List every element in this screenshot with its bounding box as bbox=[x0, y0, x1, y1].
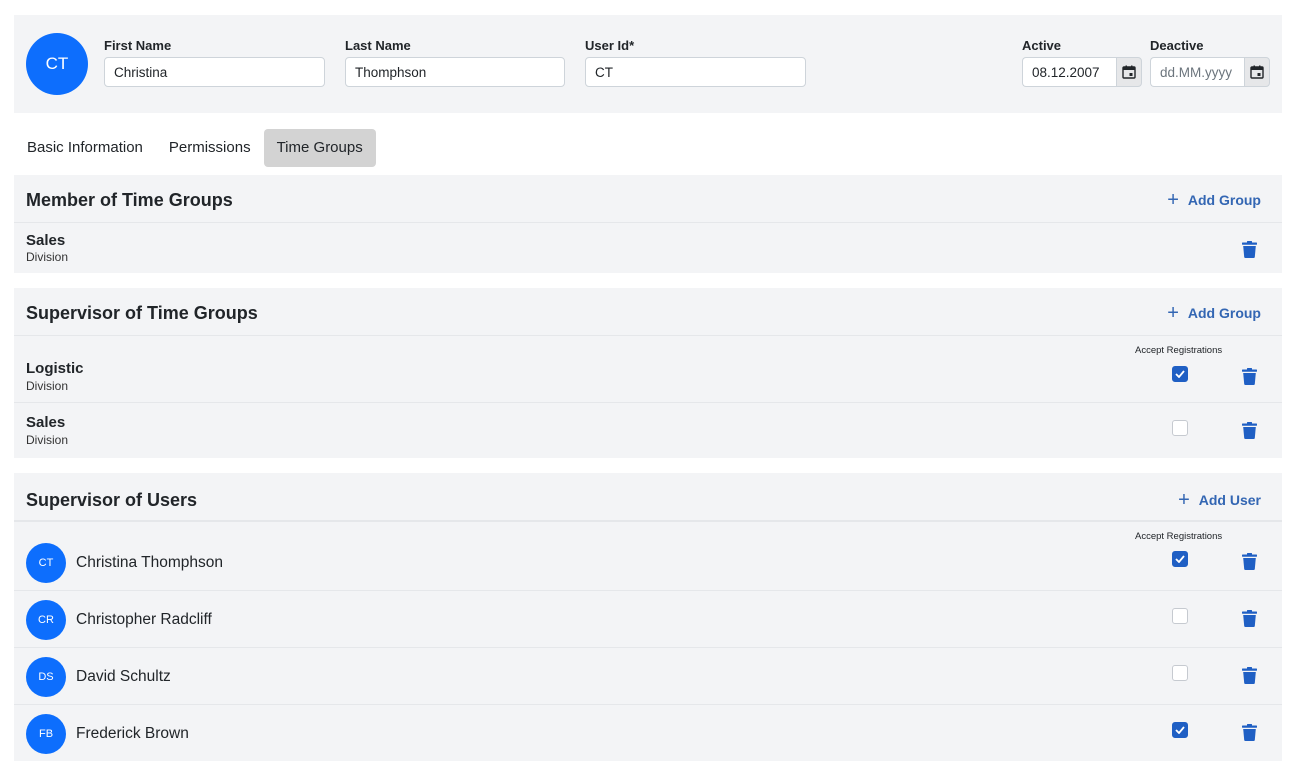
deactive-date-label: Deactive bbox=[1150, 38, 1204, 53]
accept-registrations-checkbox[interactable] bbox=[1172, 420, 1188, 436]
calendar-icon bbox=[1250, 65, 1264, 79]
tab-basic-information[interactable]: Basic Information bbox=[14, 129, 156, 167]
accept-registrations-label: Accept Registrations bbox=[1135, 345, 1223, 356]
user-id-field[interactable] bbox=[585, 57, 806, 87]
group-type: Division bbox=[26, 250, 69, 264]
trash-icon[interactable] bbox=[1242, 553, 1257, 570]
user-row: Accept Registrations CT Christina Thomph… bbox=[14, 521, 1282, 591]
check-icon bbox=[1175, 726, 1185, 734]
avatar: CT bbox=[26, 33, 88, 95]
tab-permissions[interactable]: Permissions bbox=[156, 129, 264, 167]
group-row: Sales Division bbox=[14, 223, 1282, 273]
user-id-label: User Id* bbox=[585, 38, 635, 53]
user-row: DS David Schultz bbox=[14, 648, 1282, 705]
plus-icon: + bbox=[1167, 302, 1179, 324]
active-calendar-button[interactable] bbox=[1116, 57, 1142, 87]
card-title: Supervisor of Time Groups bbox=[26, 303, 258, 323]
active-date-group: Active bbox=[1022, 38, 1142, 87]
accept-registrations-label: Accept Registrations bbox=[1135, 531, 1223, 542]
last-name-group: Last Name bbox=[345, 38, 565, 87]
user-name: Christina Thomphson bbox=[76, 554, 224, 571]
user-name: David Schultz bbox=[76, 668, 171, 685]
calendar-icon bbox=[1122, 65, 1136, 79]
first-name-label: First Name bbox=[104, 38, 172, 53]
trash-icon[interactable] bbox=[1242, 724, 1257, 741]
user-row: CR Christopher Radcliff bbox=[14, 591, 1282, 648]
trash-icon[interactable] bbox=[1242, 667, 1257, 684]
last-name-label: Last Name bbox=[345, 38, 411, 53]
group-name: Logistic bbox=[26, 360, 84, 377]
card-header: Supervisor of Time Groups + Add Group bbox=[14, 288, 1282, 336]
group-name: Sales bbox=[26, 414, 66, 431]
user-name: Christopher Radcliff bbox=[76, 611, 212, 628]
supervisor-users-card: Supervisor of Users + Add User Accept Re… bbox=[14, 473, 1282, 761]
avatar: DS bbox=[26, 657, 66, 697]
card-header: Supervisor of Users + Add User bbox=[14, 473, 1282, 521]
group-row: Sales Division bbox=[14, 403, 1282, 457]
deactive-date-field[interactable] bbox=[1150, 57, 1244, 87]
deactive-date-group: Deactive bbox=[1150, 38, 1270, 87]
user-id-group: User Id* bbox=[585, 38, 806, 87]
avatar: CT bbox=[26, 543, 66, 583]
check-icon bbox=[1175, 555, 1185, 563]
trash-icon[interactable] bbox=[1242, 368, 1257, 385]
user-row: FB Frederick Brown bbox=[14, 705, 1282, 761]
add-user-label: Add User bbox=[1198, 492, 1261, 508]
supervisor-groups-card: Supervisor of Time Groups + Add Group Ac… bbox=[14, 288, 1282, 458]
add-user-button[interactable]: + Add User bbox=[1178, 489, 1261, 511]
add-group-button[interactable]: + Add Group bbox=[1167, 302, 1261, 324]
group-row: Accept Registrations Logistic Division bbox=[14, 336, 1282, 403]
accept-registrations-checkbox[interactable] bbox=[1172, 551, 1188, 567]
group-type: Division bbox=[26, 433, 69, 447]
add-group-button[interactable]: + Add Group bbox=[1167, 189, 1261, 211]
first-name-field[interactable] bbox=[104, 57, 325, 87]
active-date-field[interactable] bbox=[1022, 57, 1116, 87]
group-name: Sales bbox=[26, 232, 66, 249]
deactive-calendar-button[interactable] bbox=[1244, 57, 1270, 87]
trash-icon[interactable] bbox=[1242, 610, 1257, 627]
card-title: Supervisor of Users bbox=[26, 490, 198, 510]
active-date-label: Active bbox=[1022, 38, 1062, 53]
card-title: Member of Time Groups bbox=[26, 190, 233, 210]
card-header: Member of Time Groups + Add Group bbox=[14, 175, 1282, 223]
first-name-group: First Name bbox=[104, 38, 325, 87]
accept-registrations-checkbox[interactable] bbox=[1172, 608, 1188, 624]
accept-registrations-checkbox[interactable] bbox=[1172, 665, 1188, 681]
add-group-label: Add Group bbox=[1187, 305, 1261, 321]
plus-icon: + bbox=[1178, 489, 1190, 511]
trash-icon[interactable] bbox=[1242, 422, 1257, 439]
accept-registrations-checkbox[interactable] bbox=[1172, 722, 1188, 738]
avatar: FB bbox=[26, 714, 66, 754]
user-header: CT First Name Last Name User Id* Active bbox=[14, 15, 1282, 113]
user-name: Frederick Brown bbox=[76, 725, 189, 742]
tab-bar: Basic Information Permissions Time Group… bbox=[14, 129, 376, 167]
group-type: Division bbox=[26, 379, 69, 393]
avatar: CR bbox=[26, 600, 66, 640]
check-icon bbox=[1175, 370, 1185, 378]
member-groups-card: Member of Time Groups + Add Group Sales … bbox=[14, 175, 1282, 273]
last-name-field[interactable] bbox=[345, 57, 565, 87]
trash-icon[interactable] bbox=[1242, 241, 1257, 258]
accept-registrations-checkbox[interactable] bbox=[1172, 366, 1188, 382]
add-group-label: Add Group bbox=[1187, 192, 1261, 208]
plus-icon: + bbox=[1167, 189, 1179, 211]
tab-time-groups[interactable]: Time Groups bbox=[263, 129, 376, 167]
